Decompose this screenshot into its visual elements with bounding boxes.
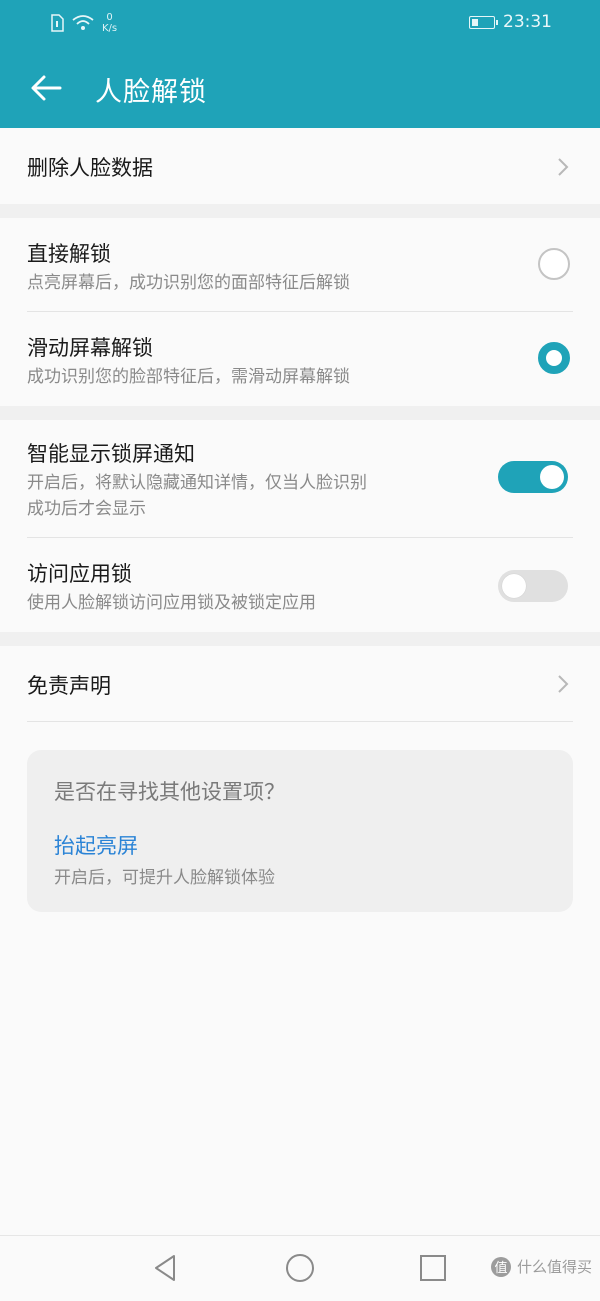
navigation-bar: 值 什么值得买 (0, 1235, 600, 1301)
disclaimer-row[interactable]: 免责声明 (0, 646, 600, 722)
suggestion-question: 是否在寻找其他设置项？ (54, 780, 285, 804)
net-speed: 0 K/s (102, 12, 117, 34)
smart-lock-notification-row[interactable]: 智能显示锁屏通知 开启后，将默认隐藏通知详情，仅当人脸识别 成功后才会显示 (0, 420, 600, 537)
radio-swipe-unlock[interactable] (538, 342, 570, 374)
status-time: 23:31 (503, 12, 552, 32)
toggle-knob (540, 465, 564, 489)
unlock-mode-direct-title: 直接解锁 (27, 242, 111, 266)
delete-face-data-row[interactable]: 删除人脸数据 (0, 128, 600, 204)
recents-square-icon[interactable] (417, 1252, 449, 1284)
section-unlock-mode: 直接解锁 点亮屏幕后，成功识别您的面部特征后解锁 滑动屏幕解锁 成功识别您的脸部… (0, 218, 600, 406)
smart-lock-notification-subtitle-1: 开启后，将默认隐藏通知详情，仅当人脸识别 (27, 473, 367, 493)
app-lock-toggle[interactable] (498, 570, 568, 602)
section-disclaimer: 免责声明 (0, 646, 600, 722)
status-right: 23:31 (469, 12, 552, 32)
app-lock-row[interactable]: 访问应用锁 使用人脸解锁访问应用锁及被锁定应用 (0, 538, 600, 632)
delete-face-data-label: 删除人脸数据 (27, 156, 153, 180)
chevron-right-icon (558, 158, 569, 176)
unlock-mode-direct[interactable]: 直接解锁 点亮屏幕后，成功识别您的面部特征后解锁 (0, 218, 600, 311)
unlock-mode-swipe-title: 滑动屏幕解锁 (27, 336, 153, 360)
home-circle-icon[interactable] (284, 1252, 316, 1284)
section-gap (0, 406, 600, 420)
section-gap (0, 204, 600, 218)
net-speed-value: 0 (106, 12, 113, 23)
suggestion-card: 是否在寻找其他设置项？ 抬起亮屏 开启后，可提升人脸解锁体验 (27, 750, 573, 912)
section-delete: 删除人脸数据 (0, 128, 600, 204)
divider (27, 721, 573, 722)
unlock-mode-swipe[interactable]: 滑动屏幕解锁 成功识别您的脸部特征后，需滑动屏幕解锁 (0, 312, 600, 406)
status-bar: 0 K/s 23:31 (0, 0, 600, 48)
watermark-badge: 值 (490, 1256, 511, 1277)
smart-lock-notification-subtitle-2: 成功后才会显示 (27, 499, 146, 519)
smart-lock-notification-toggle[interactable] (498, 461, 568, 493)
status-left: 0 K/s (50, 12, 117, 34)
smart-lock-notification-title: 智能显示锁屏通知 (27, 442, 195, 466)
unlock-mode-direct-subtitle: 点亮屏幕后，成功识别您的面部特征后解锁 (27, 273, 350, 293)
watermark: 值 什么值得买 (490, 1256, 592, 1277)
disclaimer-label: 免责声明 (27, 674, 111, 698)
wifi-icon (72, 15, 94, 30)
net-speed-unit: K/s (102, 23, 118, 34)
section-toggles: 智能显示锁屏通知 开启后，将默认隐藏通知详情，仅当人脸识别 成功后才会显示 访问… (0, 420, 600, 632)
back-triangle-icon[interactable] (150, 1252, 182, 1284)
unlock-mode-swipe-subtitle: 成功识别您的脸部特征后，需滑动屏幕解锁 (27, 367, 350, 387)
sim-icon (51, 14, 64, 32)
battery-icon (469, 15, 498, 29)
toggle-knob (502, 574, 526, 598)
chevron-right-icon (558, 675, 569, 693)
app-bar: 人脸解锁 (0, 48, 600, 128)
arrow-left-icon[interactable] (26, 68, 66, 108)
page-title: 人脸解锁 (95, 77, 207, 108)
raise-to-wake-link[interactable]: 抬起亮屏 (54, 830, 138, 860)
watermark-text: 什么值得买 (516, 1258, 592, 1276)
radio-direct-unlock[interactable] (538, 248, 570, 280)
raise-to-wake-description: 开启后，可提升人脸解锁体验 (54, 868, 275, 888)
app-lock-subtitle: 使用人脸解锁访问应用锁及被锁定应用 (27, 593, 316, 613)
section-gap (0, 632, 600, 646)
app-lock-title: 访问应用锁 (27, 562, 132, 586)
